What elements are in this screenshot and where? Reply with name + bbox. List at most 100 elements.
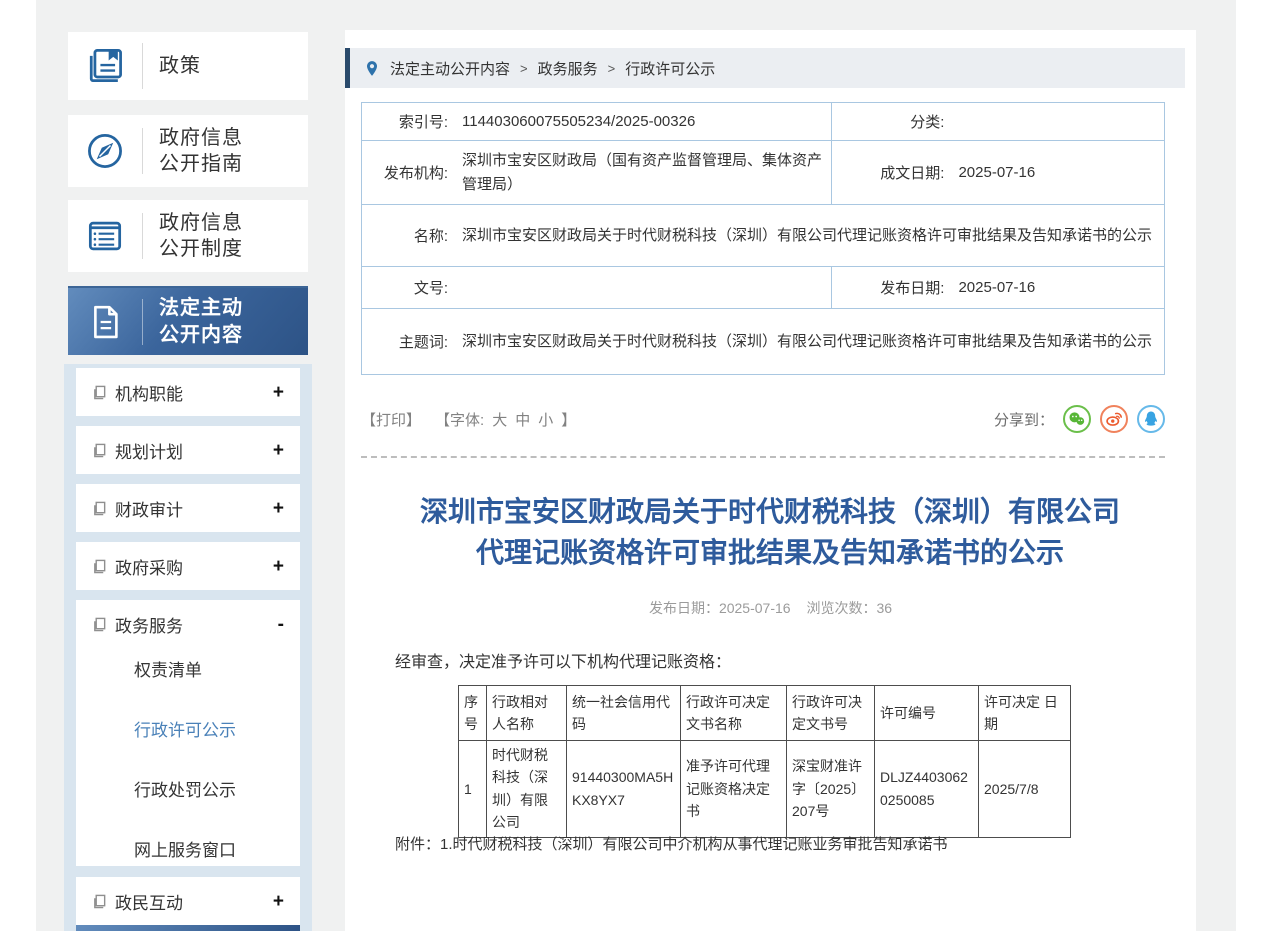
meta-docno-cell: 文号: xyxy=(362,267,832,309)
page-title-line2: 代理记账资格许可审批结果及告知承诺书的公示 xyxy=(370,533,1170,574)
meta-pub-date-value: 2025-07-16 xyxy=(958,276,1156,299)
meta-written-date-cell: 成文日期:2025-07-16 xyxy=(832,141,1165,205)
expand-plus-icon[interactable]: + xyxy=(273,499,284,518)
page: 政策 政府信息公开指南 政府信息公开制度 xyxy=(0,0,1263,931)
cell-credit-code: 91440300MA5HKX8YX7 xyxy=(567,741,681,838)
expand-plus-icon[interactable]: + xyxy=(273,383,284,402)
sidebar-item-procurement[interactable]: 政府采购 + xyxy=(76,542,300,590)
col-header-decision-doc-no: 行政许可决定文书号 xyxy=(787,686,875,741)
font-size-medium-button[interactable]: 中 xyxy=(515,409,530,430)
license-result-table: 序号 行政相对人名称 统一社会信用代码 行政许可决定文书名称 行政许可决定文书号… xyxy=(458,685,1071,838)
meta-pub-date-cell: 发布日期:2025-07-16 xyxy=(832,267,1165,309)
breadcrumb: 法定主动公开内容 > 政务服务 > 行政许可公示 xyxy=(345,48,1185,88)
meta-written-date-value: 2025-07-16 xyxy=(958,161,1156,184)
document-meta-table: 索引号:114403060075505234/2025-00326 分类: 发布… xyxy=(361,102,1165,375)
font-size-controls: 【字体: 大 中 小 】 xyxy=(435,409,576,430)
meta-index-cell: 索引号:114403060075505234/2025-00326 xyxy=(362,103,832,141)
meta-subject-cell: 主题词:深圳市宝安区财政局关于时代财税科技（深圳）有限公司代理记账资格许可审批结… xyxy=(362,309,1165,375)
article-view-count: 浏览次数：36 xyxy=(806,600,892,616)
print-button[interactable]: 【打印】 xyxy=(361,409,421,430)
expand-plus-icon[interactable]: + xyxy=(273,557,284,576)
col-header-decision-date: 许可决定 日期 xyxy=(979,686,1071,741)
breadcrumb-item-admin-license-publicity[interactable]: 行政许可公示 xyxy=(625,58,715,79)
article-pub-date: 发布日期：2025-07-16 xyxy=(649,600,791,616)
wechat-icon[interactable] xyxy=(1063,405,1091,433)
page-title-line1: 深圳市宝安区财政局关于时代财税科技（深圳）有限公司 xyxy=(370,492,1170,533)
meta-docno-label: 文号: xyxy=(370,277,462,298)
breadcrumb-separator: > xyxy=(608,61,616,76)
meta-publisher-label: 发布机构: xyxy=(370,162,462,183)
font-label-close: 】 xyxy=(561,409,576,430)
breadcrumb-separator: > xyxy=(520,61,528,76)
cell-decision-doc-no: 深宝财准许字〔2025〕207号 xyxy=(787,741,875,838)
dashed-divider xyxy=(361,456,1165,458)
sidebar-card-info-system[interactable]: 政府信息公开制度 xyxy=(68,200,308,272)
table-row: 1 时代财税科技（深圳）有限公司 91440300MA5HKX8YX7 准予许可… xyxy=(459,741,1071,838)
col-header-decision-doc-name: 行政许可决定文书名称 xyxy=(681,686,787,741)
meta-subject-value: 深圳市宝安区财政局关于时代财税科技（深圳）有限公司代理记账资格许可审批结果及告知… xyxy=(462,330,1156,353)
doc-icon xyxy=(92,385,107,400)
cell-seq: 1 xyxy=(459,741,487,838)
sidebar-card-info-guide[interactable]: 政府信息公开指南 xyxy=(68,115,308,187)
sidebar-subitem-online-service-window[interactable]: 网上服务窗口 xyxy=(76,824,300,878)
doc-icon xyxy=(92,617,107,632)
qq-icon[interactable] xyxy=(1137,405,1165,433)
meta-name-value: 深圳市宝安区财政局关于时代财税科技（深圳）有限公司代理记账资格许可审批结果及告知… xyxy=(462,224,1156,247)
expand-plus-icon[interactable]: + xyxy=(273,892,284,911)
attachment-link[interactable]: 附件：1.时代财税科技（深圳）有限公司中介机构从事代理记账业务审批告知承诺书 xyxy=(395,836,948,853)
collapse-minus-icon[interactable]: - xyxy=(278,615,284,634)
sidebar-item-government-services-header[interactable]: 政务服务 - xyxy=(76,600,300,648)
cell-decision-date: 2025/7/8 xyxy=(979,741,1071,838)
font-size-small-button[interactable]: 小 xyxy=(538,409,553,430)
next-card-edge xyxy=(76,925,300,931)
breadcrumb-item-statutory-disclosure[interactable]: 法定主动公开内容 xyxy=(390,58,510,79)
sidebar-menu-panel: 机构职能 + 规划计划 + 财政审计 + 政府采购 + xyxy=(64,364,312,931)
meta-publisher-value: 深圳市宝安区财政局（国有资产监督管理局、集体资产管理局） xyxy=(462,149,823,196)
breadcrumb-item-government-services[interactable]: 政务服务 xyxy=(538,58,598,79)
col-header-credit-code: 统一社会信用代码 xyxy=(567,686,681,741)
menu-label: 规划计划 xyxy=(115,438,273,463)
weibo-icon[interactable] xyxy=(1100,405,1128,433)
col-header-license-no: 许可编号 xyxy=(875,686,979,741)
sidebar-item-planning[interactable]: 规划计划 + xyxy=(76,426,300,474)
sidebar-item-public-interaction[interactable]: 政民互动 + xyxy=(76,877,300,925)
share-bar: 分享到： xyxy=(994,405,1165,433)
col-header-seq: 序号 xyxy=(459,686,487,741)
meta-category-cell: 分类: xyxy=(832,103,1165,141)
sidebar-card-statutory-disclosure[interactable]: 法定主动公开内容 xyxy=(68,286,308,355)
sidebar-item-organization[interactable]: 机构职能 + xyxy=(76,368,300,416)
menu-label: 政民互动 xyxy=(115,889,273,914)
meta-name-cell: 名称:深圳市宝安区财政局关于时代财税科技（深圳）有限公司代理记账资格许可审批结果… xyxy=(362,205,1165,267)
col-header-counterpart-name: 行政相对人名称 xyxy=(487,686,567,741)
meta-category-label: 分类: xyxy=(840,111,958,132)
doc-icon xyxy=(92,501,107,516)
notebook-icon xyxy=(68,214,142,258)
expand-plus-icon[interactable]: + xyxy=(273,441,284,460)
compass-icon xyxy=(68,129,142,173)
meta-publisher-cell: 发布机构:深圳市宝安区财政局（国有资产监督管理局、集体资产管理局） xyxy=(362,141,832,205)
meta-subject-label: 主题词: xyxy=(370,331,462,352)
cell-counterpart-name: 时代财税科技（深圳）有限公司 xyxy=(487,741,567,838)
sidebar-item-fiscal-audit[interactable]: 财政审计 + xyxy=(76,484,300,532)
sidebar-subitem-admin-penalty-publicity[interactable]: 行政处罚公示 xyxy=(76,764,300,818)
meta-name-label: 名称: xyxy=(370,225,462,246)
article-meta: 发布日期：2025-07-16 浏览次数：36 xyxy=(345,598,1196,618)
menu-label: 机构职能 xyxy=(115,380,273,405)
meta-index-value: 114403060075505234/2025-00326 xyxy=(462,110,823,133)
book-icon xyxy=(68,44,142,88)
doc-icon xyxy=(92,559,107,574)
sidebar-subitem-admin-license-publicity[interactable]: 行政许可公示 xyxy=(76,704,300,758)
cell-license-no: DLJZ44030620250085 xyxy=(875,741,979,838)
meta-index-label: 索引号: xyxy=(370,111,462,132)
sidebar-item-government-services: 政务服务 - 权责清单 行政许可公示 行政处罚公示 网上服务窗口 xyxy=(76,600,300,866)
menu-label: 财政审计 xyxy=(115,496,273,521)
sidebar-subitem-responsibility-list[interactable]: 权责清单 xyxy=(76,644,300,698)
menu-label: 政务服务 xyxy=(115,612,278,637)
main-content: 法定主动公开内容 > 政务服务 > 行政许可公示 索引号:11440306007… xyxy=(345,30,1196,931)
document-icon xyxy=(68,301,142,343)
page-title: 深圳市宝安区财政局关于时代财税科技（深圳）有限公司 代理记账资格许可审批结果及告… xyxy=(370,492,1170,573)
font-size-large-button[interactable]: 大 xyxy=(492,409,507,430)
sidebar-card-policy[interactable]: 政策 xyxy=(68,32,308,100)
cell-decision-doc-name: 准予许可代理记账资格决定书 xyxy=(681,741,787,838)
font-label: 【字体: xyxy=(435,409,484,430)
